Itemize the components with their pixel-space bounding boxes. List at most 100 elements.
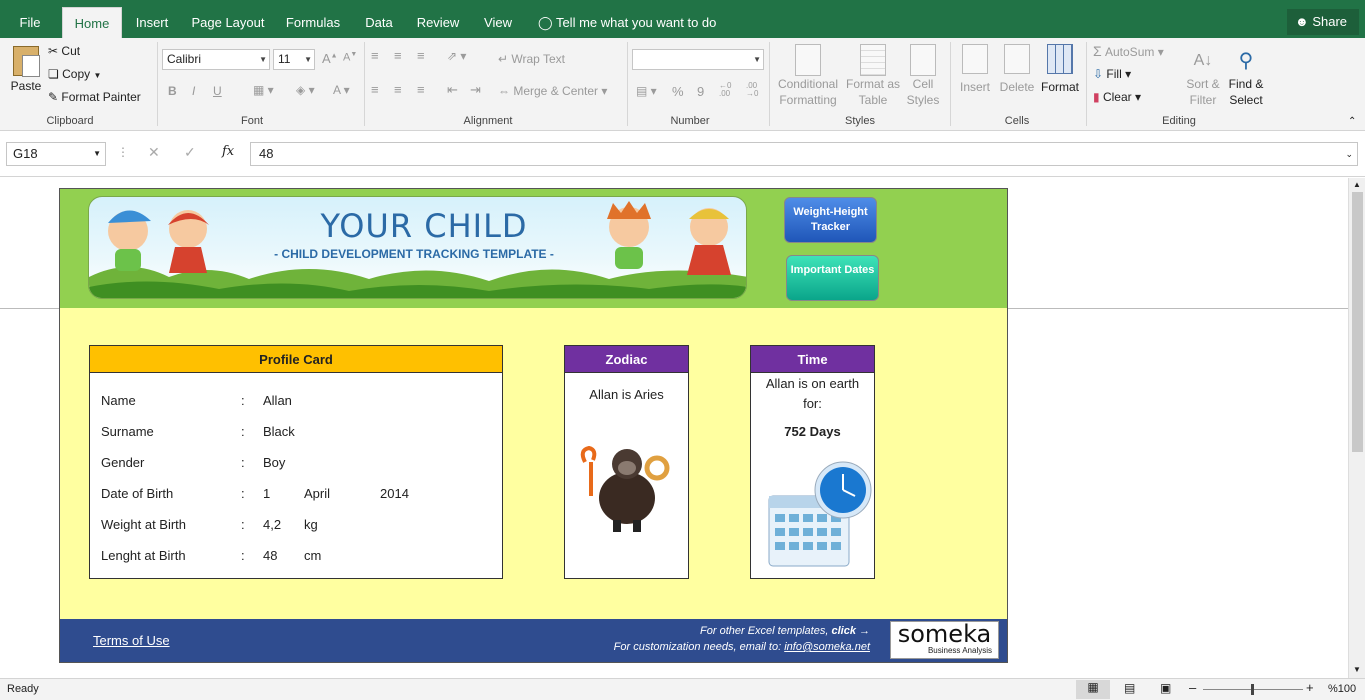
format-painter-button[interactable]: ✎ Format Painter: [48, 90, 141, 104]
copy-icon: ❏: [48, 67, 59, 81]
decrease-indent-icon[interactable]: ⇤: [447, 82, 458, 98]
autosum-button[interactable]: Σ AutoSum ▾: [1093, 43, 1164, 59]
scroll-up-icon[interactable]: ▲: [1353, 180, 1361, 189]
weight-height-tracker-button[interactable]: Weight-Height Tracker: [784, 197, 877, 243]
align-bottom-icon[interactable]: ≡: [417, 48, 425, 63]
formula-input[interactable]: 48 ⌄: [250, 142, 1358, 166]
font-size-select[interactable]: 11 ▼: [273, 49, 315, 70]
format-as-table-button[interactable]: Format as Table: [844, 44, 902, 108]
zoom-out-icon[interactable]: –: [1189, 680, 1196, 695]
tab-insert[interactable]: Insert: [130, 7, 174, 38]
status-bar: Ready ▦ ▤ ▣ – + %100: [0, 678, 1365, 700]
tab-home[interactable]: Home: [62, 7, 122, 38]
tab-page-layout[interactable]: Page Layout: [188, 7, 268, 38]
underline-button[interactable]: U: [213, 84, 222, 98]
percent-button[interactable]: %: [672, 84, 684, 99]
bold-button[interactable]: B: [168, 84, 177, 98]
editing-group-label: Editing: [1162, 115, 1196, 127]
copy-button[interactable]: ❏ Copy ▼: [48, 67, 101, 81]
align-right-icon[interactable]: ≡: [417, 82, 425, 97]
zoom-in-icon[interactable]: +: [1306, 680, 1314, 695]
align-middle-icon[interactable]: ≡: [394, 48, 402, 63]
tab-file[interactable]: File: [8, 7, 52, 38]
font-name-select[interactable]: Calibri ▼: [162, 49, 270, 70]
fill-color-icon[interactable]: ◈ ▾: [296, 83, 315, 97]
wrap-text-button[interactable]: ↵ Wrap Text: [498, 52, 565, 66]
someka-logo[interactable]: someka Business Analysis: [890, 621, 999, 659]
orientation-icon[interactable]: ⇗ ▾: [447, 49, 466, 63]
insert-cells-button[interactable]: Insert: [955, 44, 995, 94]
cut-label: Cut: [61, 44, 81, 58]
collapse-ribbon-icon[interactable]: ⌃: [1348, 116, 1356, 127]
check-icon[interactable]: ✓: [184, 144, 196, 161]
email-link[interactable]: info@someka.net: [784, 641, 870, 653]
align-center-icon[interactable]: ≡: [394, 82, 402, 97]
profile-v1: 48: [263, 548, 278, 563]
fill-button[interactable]: ⇩ Fill ▾: [1093, 67, 1131, 81]
terms-of-use-link[interactable]: Terms of Use: [93, 633, 170, 648]
shrink-font-icon[interactable]: A▼: [343, 51, 357, 64]
profile-v1: 4,2: [263, 517, 282, 532]
tab-review[interactable]: Review: [413, 7, 463, 38]
zoom-level[interactable]: %100: [1328, 683, 1356, 695]
border-icon[interactable]: ▦ ▾: [253, 83, 274, 97]
share-label: Share: [1312, 14, 1348, 29]
name-box[interactable]: G18 ▼: [6, 142, 106, 166]
decrease-decimal-icon[interactable]: .00 →0: [746, 82, 758, 98]
delete-cells-label: Delete: [999, 80, 1035, 94]
format-cells-button[interactable]: Format: [1039, 44, 1081, 94]
find-select-button[interactable]: ⚲ Find & Select: [1224, 46, 1268, 108]
page-break-view-icon[interactable]: ▣: [1160, 681, 1171, 695]
divider: [769, 42, 770, 126]
styles-group-label: Styles: [845, 115, 875, 127]
sort-filter-button[interactable]: A↓ Sort & Filter: [1183, 46, 1223, 108]
important-dates-button[interactable]: Important Dates: [786, 255, 879, 301]
profile-label: Lenght at Birth: [101, 548, 186, 563]
increase-indent-icon[interactable]: ⇥: [470, 82, 481, 98]
clear-button[interactable]: ▮ Clear ▾: [1093, 90, 1141, 104]
insert-cells-label: Insert: [959, 80, 990, 94]
share-button[interactable]: ☻ Share: [1287, 9, 1359, 35]
footer-click-link[interactable]: click: [831, 625, 855, 637]
vertical-scrollbar[interactable]: ▲ ▼: [1348, 178, 1365, 678]
page-layout-view-icon[interactable]: ▤: [1124, 681, 1135, 695]
zoom-slider-handle[interactable]: [1251, 684, 1254, 695]
number-group-label: Number: [670, 115, 710, 127]
tab-formulas[interactable]: Formulas: [282, 7, 344, 38]
profile-row: Gender: Boy: [101, 455, 491, 473]
comma-button[interactable]: 9: [697, 84, 704, 99]
insert-function-icon[interactable]: fx: [222, 144, 234, 159]
align-left-icon[interactable]: ≡: [371, 82, 379, 97]
align-top-icon[interactable]: ≡: [371, 48, 379, 63]
profile-label: Weight at Birth: [101, 517, 187, 532]
arrow-right-icon: →: [859, 625, 870, 637]
profile-card: Profile Card Name: Allan Surname: Black Gend…: [89, 345, 503, 579]
currency-icon[interactable]: ▤ ▾: [636, 84, 657, 98]
normal-view-icon[interactable]: ▦: [1076, 680, 1110, 699]
cell-styles-button[interactable]: Cell Styles: [902, 44, 944, 108]
scrollbar-thumb[interactable]: [1352, 192, 1363, 452]
formula-bar: G18 ▼ ⋮ ✕ ✓ fx 48 ⌄: [0, 131, 1365, 177]
profile-v1: Boy: [263, 455, 286, 470]
font-color-icon[interactable]: A ▾: [333, 83, 350, 97]
italic-button[interactable]: I: [192, 84, 195, 98]
clipboard-icon: [13, 46, 40, 77]
footer-email-label: For customization needs, email to:: [613, 641, 782, 653]
cut-button[interactable]: ✂ Cut: [48, 44, 80, 58]
tab-data[interactable]: Data: [360, 7, 398, 38]
grow-font-icon[interactable]: A▲: [322, 51, 338, 66]
ribbon-tab-bar: File Home Insert Page Layout Formulas Da…: [0, 0, 1365, 38]
cancel-icon[interactable]: ✕: [148, 144, 160, 161]
conditional-formatting-button[interactable]: Conditional Formatting: [774, 44, 842, 108]
tab-view[interactable]: View: [478, 7, 518, 38]
delete-cells-icon: [1004, 44, 1030, 74]
merge-center-button[interactable]: ⇔ Merge & Center ▾: [498, 84, 607, 98]
dashboard-footer: Terms of Use For other Excel templates, …: [60, 619, 1007, 662]
increase-decimal-icon[interactable]: ←0.00: [719, 82, 731, 98]
number-format-select[interactable]: ▼: [632, 49, 764, 70]
scroll-down-icon[interactable]: ▼: [1353, 665, 1361, 674]
profile-sep: :: [241, 486, 245, 501]
paste-button[interactable]: Paste: [10, 46, 42, 93]
delete-cells-button[interactable]: Delete: [997, 44, 1037, 94]
tell-me-search[interactable]: ◯ Tell me what you want to do: [538, 7, 718, 38]
